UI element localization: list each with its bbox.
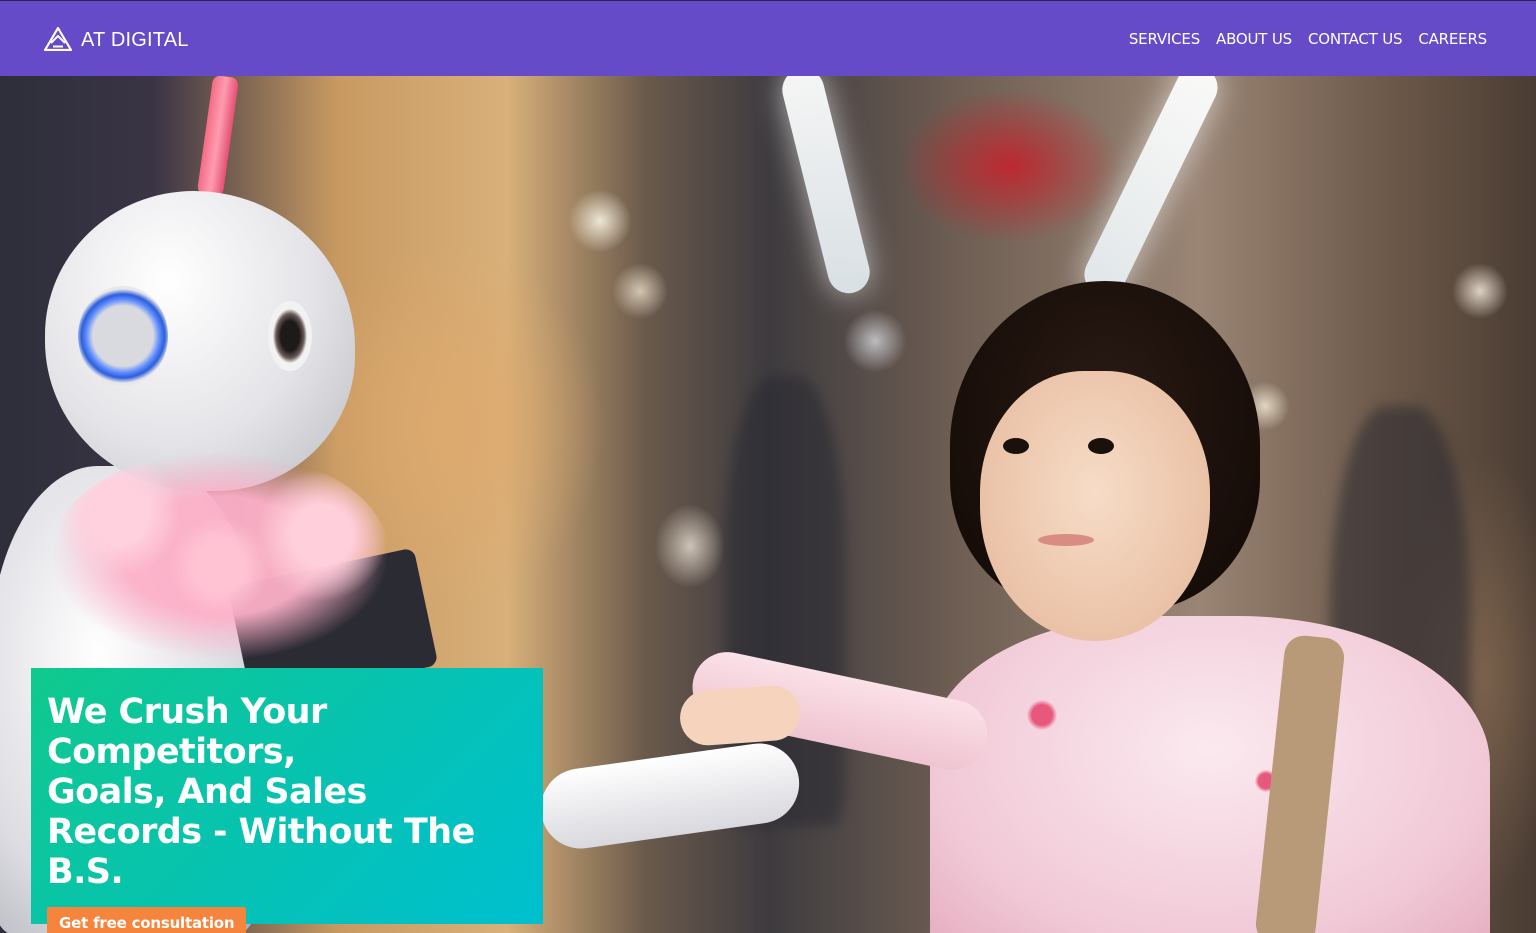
top-navigation-bar: AT DIGITAL SERVICES ABOUT US CONTACT US … [0, 0, 1536, 76]
girl-eye [1003, 438, 1029, 454]
ceiling-light [1077, 76, 1225, 303]
girl-hand [678, 683, 802, 748]
girl-eye [1088, 438, 1114, 454]
get-free-consultation-button[interactable]: Get free consultation [47, 907, 247, 933]
nav-item-about-us[interactable]: ABOUT US [1216, 30, 1292, 48]
hero-title: We Crush Your Competitors, Goals, And Sa… [47, 692, 475, 892]
brand-name: AT DIGITAL [81, 28, 189, 51]
robot-arm [535, 738, 805, 854]
landing-page: AT DIGITAL SERVICES ABOUT US CONTACT US … [0, 0, 1536, 933]
nav-item-contact-us[interactable]: CONTACT US [1308, 30, 1403, 48]
flower-lei [50, 451, 390, 661]
girl-jacket [930, 616, 1490, 933]
robot-antenna [196, 76, 240, 198]
ceiling-light [777, 76, 875, 298]
hero-card: We Crush Your Competitors, Goals, And Sa… [31, 668, 543, 933]
main-nav: SERVICES ABOUT US CONTACT US CAREERS [1129, 30, 1487, 48]
nav-item-services[interactable]: SERVICES [1129, 30, 1200, 48]
girl-face [980, 371, 1210, 641]
brand-home-link[interactable]: AT DIGITAL [44, 26, 189, 52]
robot-ear-light [78, 286, 168, 386]
girl-mouth [1038, 534, 1094, 546]
brand-logo-icon [44, 26, 72, 51]
nav-item-careers[interactable]: CAREERS [1418, 30, 1487, 48]
robot-eye [268, 301, 312, 371]
